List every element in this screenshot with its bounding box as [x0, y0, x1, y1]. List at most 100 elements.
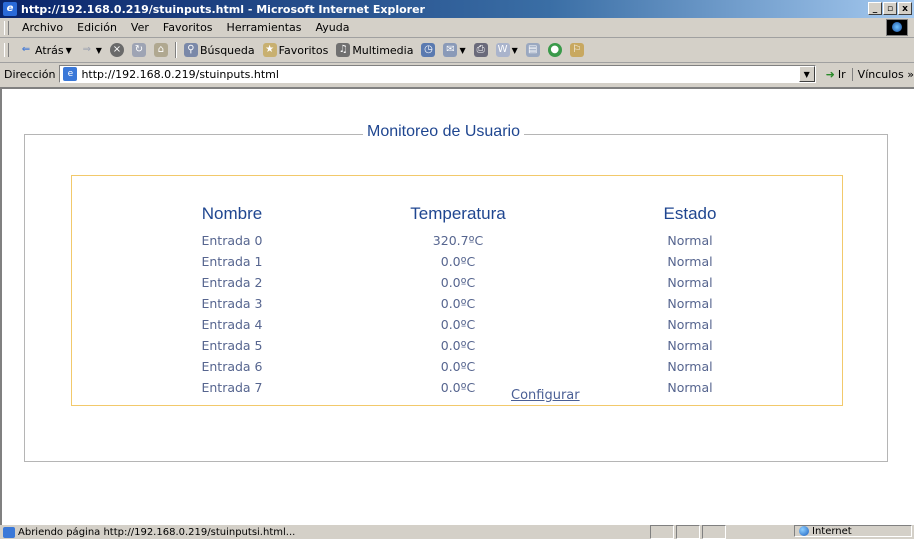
row-status: Normal: [667, 233, 713, 248]
menu-favoritos[interactable]: Favoritos: [156, 21, 220, 34]
row-status: Normal: [667, 296, 713, 311]
print-icon: ⎙: [473, 43, 488, 57]
back-arrow-icon: ⇐: [21, 44, 31, 55]
security-zone[interactable]: Internet: [794, 525, 912, 537]
search-button[interactable]: ⚲ Búsqueda: [180, 43, 259, 57]
monitor-fieldset: Monitoreo de Usuario Nombre Temperatura …: [24, 123, 888, 462]
discuss-button[interactable]: ▤: [522, 43, 544, 57]
row-temperature: 320.7ºC: [432, 233, 484, 248]
back-button[interactable]: ⇐ Atrás ▼: [15, 43, 76, 57]
loading-page-icon: [3, 526, 15, 538]
row-status: Normal: [667, 317, 713, 332]
page-content: Monitoreo de Usuario Nombre Temperatura …: [0, 87, 914, 525]
window-title: http://192.168.0.219/stuinputs.html - Mi…: [21, 2, 425, 16]
monitor-legend: Monitoreo de Usuario: [363, 123, 524, 141]
edit-button[interactable]: W ▼: [492, 43, 522, 57]
history-button[interactable]: ◷: [417, 43, 439, 57]
status-pane: [702, 525, 726, 539]
address-input[interactable]: e http://192.168.0.219/stuinputs.html ▼: [59, 65, 816, 83]
row-temperature: 0.0ºC: [440, 275, 476, 290]
window-controls: _ ▫ x: [868, 2, 912, 15]
word-edit-icon: W: [495, 43, 510, 57]
zone-label: Internet: [812, 525, 852, 537]
row-name: Entrada 5: [201, 338, 263, 353]
discuss-icon: ▤: [525, 43, 540, 57]
menu-grip[interactable]: [4, 20, 9, 35]
links-button[interactable]: Vínculos »: [851, 67, 914, 81]
status-pane: [676, 525, 700, 539]
windows-logo-throbber-icon: [886, 19, 908, 36]
go-arrow-icon: ➜: [825, 67, 835, 81]
row-temperature: 0.0ºC: [440, 359, 476, 374]
status-bar: Abriendo página http://192.168.0.219/stu…: [0, 525, 914, 539]
row-status: Normal: [667, 338, 713, 353]
refresh-button[interactable]: ↻: [128, 43, 150, 57]
row-temperature: 0.0ºC: [440, 254, 476, 269]
row-name: Entrada 2: [201, 275, 263, 290]
close-button[interactable]: x: [898, 2, 912, 15]
stop-icon: ×: [109, 43, 124, 57]
stop-button[interactable]: ×: [106, 43, 128, 57]
header-temperatura: Temperatura: [410, 204, 506, 223]
header-nombre: Nombre: [201, 204, 263, 223]
home-icon: ⌂: [153, 43, 168, 57]
forward-arrow-icon: ⇒: [82, 44, 91, 55]
research-icon: ⚐: [569, 43, 584, 57]
print-button[interactable]: ⎙: [470, 43, 492, 57]
refresh-icon: ↻: [131, 43, 146, 57]
maximize-button[interactable]: ▫: [883, 2, 897, 15]
row-status: Normal: [667, 275, 713, 290]
inputs-table: Nombre Temperatura Estado Entrada 0 320.…: [71, 175, 843, 406]
status-text: Abriendo página http://192.168.0.219/stu…: [18, 526, 296, 538]
go-button[interactable]: ➜ Ir: [816, 68, 852, 81]
menu-herramientas[interactable]: Herramientas: [220, 21, 309, 34]
search-icon: ⚲: [183, 43, 198, 57]
multimedia-icon: ♫: [336, 43, 351, 57]
favorites-label: Favoritos: [278, 43, 329, 57]
row-name: Entrada 6: [201, 359, 263, 374]
toolbar-grip[interactable]: [4, 43, 9, 57]
multimedia-button[interactable]: ♫ Multimedia: [332, 43, 417, 57]
row-name: Entrada 3: [201, 296, 263, 311]
multimedia-label: Multimedia: [352, 43, 414, 57]
menu-bar: Archivo Edición Ver Favoritos Herramient…: [0, 18, 914, 38]
configure-link[interactable]: Configurar: [511, 388, 580, 403]
address-dropdown-icon[interactable]: ▼: [798, 66, 815, 82]
internet-explorer-icon: e: [3, 2, 17, 16]
forward-button[interactable]: ⇒ ▼: [76, 43, 106, 57]
favorites-icon: ★: [262, 43, 277, 57]
globe-icon: [799, 526, 809, 536]
messenger-button[interactable]: ●: [544, 43, 566, 57]
search-label: Búsqueda: [199, 43, 255, 57]
menu-archivo[interactable]: Archivo: [15, 21, 70, 34]
minimize-button[interactable]: _: [868, 2, 882, 15]
history-icon: ◷: [421, 43, 436, 57]
research-button[interactable]: ⚐: [566, 43, 588, 57]
go-label: Ir: [837, 67, 846, 81]
standard-toolbar: ⇐ Atrás ▼ ⇒ ▼ × ↻ ⌂ ⚲ Búsqueda ★ Favorit…: [0, 38, 914, 63]
edit-dropdown-icon[interactable]: ▼: [512, 46, 518, 55]
back-dropdown-icon[interactable]: ▼: [66, 46, 72, 55]
menu-ayuda[interactable]: Ayuda: [308, 21, 356, 34]
row-name: Entrada 7: [201, 380, 263, 395]
header-estado: Estado: [663, 204, 717, 223]
menu-ver[interactable]: Ver: [124, 21, 156, 34]
page-icon: e: [63, 67, 78, 81]
toolbar-separator: [174, 42, 177, 58]
row-temperature: 0.0ºC: [440, 317, 476, 332]
mail-dropdown-icon[interactable]: ▼: [459, 46, 465, 55]
menu-edicion[interactable]: Edición: [70, 21, 124, 34]
address-url[interactable]: http://192.168.0.219/stuinputs.html: [81, 68, 278, 81]
forward-dropdown-icon[interactable]: ▼: [96, 46, 102, 55]
mail-button[interactable]: ✉ ▼: [439, 43, 469, 57]
messenger-icon: ●: [547, 43, 562, 57]
row-status: Normal: [667, 380, 713, 395]
window-title-bar[interactable]: e http://192.168.0.219/stuinputs.html - …: [0, 0, 914, 18]
row-status: Normal: [667, 254, 713, 269]
row-temperature: 0.0ºC: [440, 338, 476, 353]
row-status: Normal: [667, 359, 713, 374]
favorites-button[interactable]: ★ Favoritos: [259, 43, 333, 57]
home-button[interactable]: ⌂: [150, 43, 172, 57]
row-temperature: 0.0ºC: [440, 296, 476, 311]
address-bar: Dirección e http://192.168.0.219/stuinpu…: [0, 63, 914, 85]
